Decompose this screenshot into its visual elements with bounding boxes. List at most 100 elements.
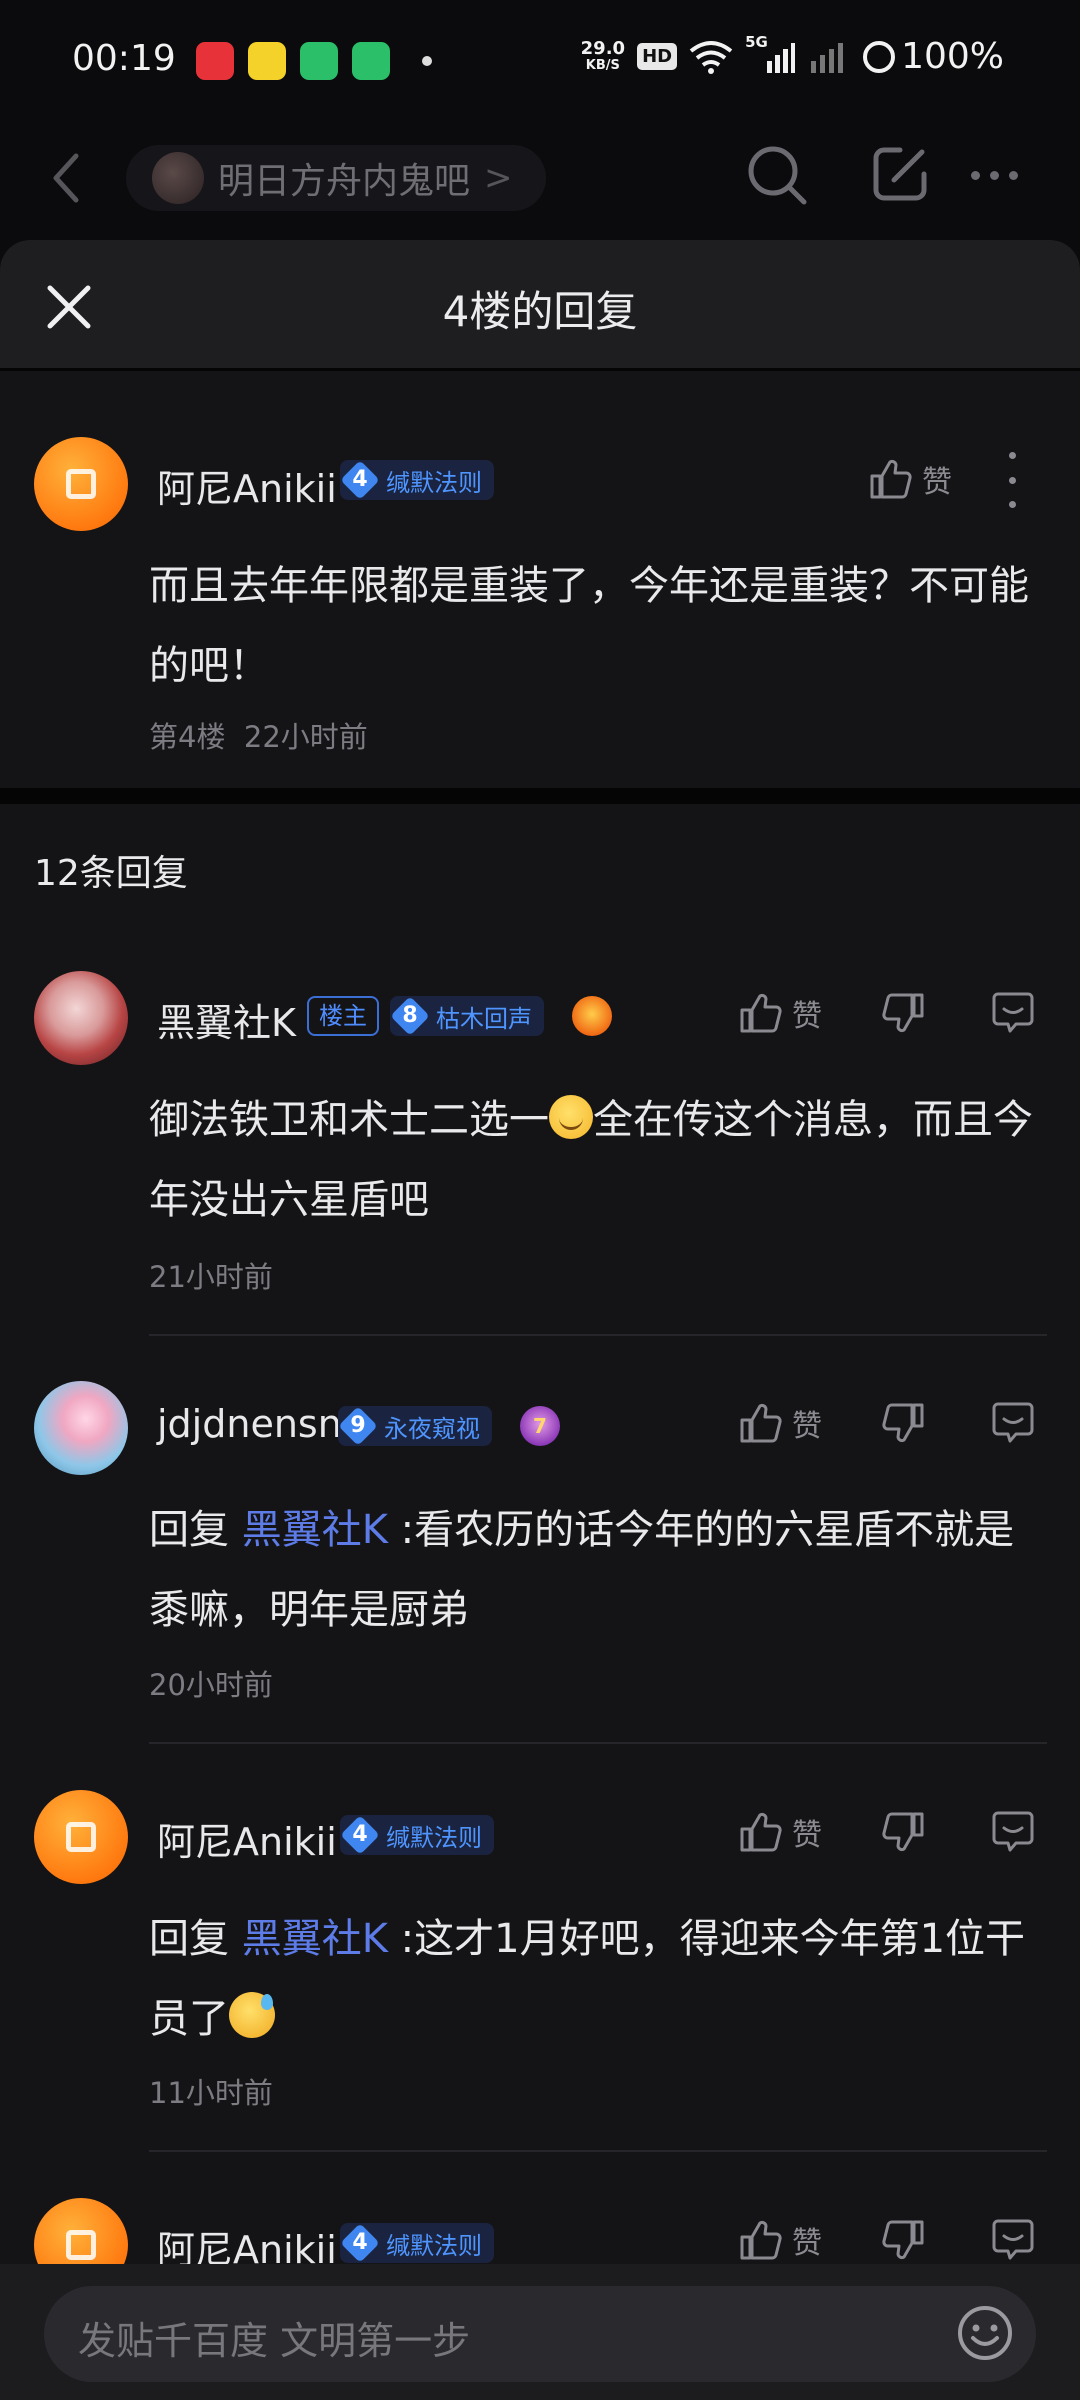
like-button[interactable]: 赞 — [738, 1809, 822, 1855]
avatar[interactable] — [34, 437, 128, 531]
reply-divider — [149, 1334, 1047, 1336]
qqmusic-app-icon — [248, 42, 286, 80]
search-icon[interactable] — [744, 142, 810, 208]
like-label: 赞 — [792, 1409, 822, 1444]
smile-emoji-icon — [549, 1095, 593, 1139]
dislike-icon[interactable] — [880, 990, 926, 1036]
reply-sheet: 4楼的回复 阿尼Anikii 4 缄默法则 赞 而且去年年限都是重装了，今年还是… — [0, 240, 1080, 2400]
signal-5g-icon: 5G — [745, 33, 796, 75]
floor-number: 第4楼 — [149, 720, 226, 754]
net-speed-value: 29.0 — [580, 37, 626, 59]
more-options-icon[interactable] — [964, 150, 1024, 200]
more-notifications-dot — [422, 56, 432, 66]
comment-icon[interactable] — [990, 990, 1036, 1036]
reply-input[interactable]: 发贴千百度 文明第一步 — [44, 2286, 1036, 2382]
username[interactable]: jdjdnensn — [157, 1402, 342, 1446]
back-arrow-icon[interactable] — [44, 150, 88, 206]
reply-time: 11小时前 — [149, 2076, 273, 2110]
battery-app-icon — [352, 42, 390, 80]
sweat-emoji-icon — [229, 1992, 275, 2038]
reply-text: 回复 黑翼社K :看农历的话今年的的六星盾不就是黍嘛，明年是厨弟 — [149, 1490, 1049, 1650]
level-number: 4 — [352, 467, 368, 492]
like-label: 赞 — [792, 1818, 822, 1853]
reply-text: 回复 黑翼社K :这才1月好吧，得迎来今年第1位干员了 — [149, 1899, 1049, 2059]
post-time: 22小时前 — [243, 720, 368, 754]
username[interactable]: 阿尼Anikii — [157, 1811, 337, 1866]
edit-post-icon[interactable] — [870, 144, 930, 204]
comment-icon[interactable] — [990, 2217, 1036, 2263]
dislike-icon-ghost-4 — [880, 1236, 926, 1282]
level-gem-icon: 4 — [340, 2223, 380, 2263]
username[interactable]: 黑翼社K — [157, 992, 296, 1047]
reply-time: 20小时前 — [149, 1668, 273, 1702]
reply-divider — [149, 1742, 1047, 1744]
level-title: 永夜窥视 — [384, 1414, 480, 1443]
reply-prefix: 回复 — [149, 1916, 229, 1962]
avatar[interactable] — [34, 1381, 128, 1475]
battery-app-icon — [300, 42, 338, 80]
level-emblem-icon: 7 — [520, 1406, 560, 1446]
level-badge: 4 缄默法则 — [340, 1815, 494, 1855]
mention-link[interactable]: 黑翼社K — [242, 1916, 388, 1962]
like-button[interactable]: 赞 — [868, 456, 952, 502]
pinduoduo-app-icon — [196, 42, 234, 80]
like-button[interactable]: 赞 — [738, 990, 822, 1036]
dislike-icon[interactable] — [880, 2217, 926, 2263]
hd-icon: HD — [637, 43, 678, 70]
thumbs-up-icon — [870, 459, 912, 499]
reply-input-placeholder: 发贴千百度 文明第一步 — [78, 2319, 471, 2363]
dislike-icon[interactable] — [880, 1400, 926, 1446]
owner-badge: 楼主 — [307, 996, 379, 1036]
dislike-icon[interactable] — [880, 1809, 926, 1855]
mention-link[interactable]: 黑翼社K — [242, 1507, 388, 1553]
net-speed: 29.0 KB/S — [580, 37, 626, 74]
reply-time: 21小时前 — [149, 1260, 273, 1294]
thumbs-up-icon — [740, 1403, 782, 1443]
header-divider — [0, 368, 1080, 371]
like-label: 赞 — [792, 999, 822, 1034]
battery-indicator: 100% — [863, 36, 1004, 77]
level-gem-icon: 4 — [340, 1815, 380, 1855]
battery-ring-icon — [863, 40, 896, 73]
reply-text-part: 御法铁卫和术士二选一 — [149, 1097, 549, 1143]
like-label: 赞 — [922, 465, 952, 500]
reply-text: 御法铁卫和术士二选一 全在传这个消息，而且今年没出六星盾吧 — [149, 1080, 1049, 1240]
battery-level: 100% — [901, 36, 1004, 77]
comment-icon[interactable] — [990, 1400, 1036, 1446]
avatar[interactable] — [34, 971, 128, 1065]
reply-count: 12条回复 — [34, 853, 188, 894]
level-number: 4 — [352, 1822, 368, 1847]
forum-avatar — [152, 152, 204, 204]
level-badge: 9 永夜窥视 — [338, 1406, 492, 1446]
status-bar: 00:19 29.0 KB/S HD 5G 100% — [0, 0, 1080, 120]
section-divider — [0, 788, 1080, 804]
avatar[interactable] — [34, 1790, 128, 1884]
level-badge: 4 缄默法则 — [340, 2223, 494, 2263]
like-label: 赞 — [792, 2226, 822, 2261]
chevron-right-icon: > — [484, 158, 513, 198]
username[interactable]: 阿尼Anikii — [157, 458, 337, 513]
signal-bars-icon — [811, 42, 844, 73]
emoji-icon[interactable] — [956, 2304, 1014, 2362]
comment-icon[interactable] — [990, 1809, 1036, 1855]
status-app-icons — [196, 42, 432, 80]
level-title: 缄默法则 — [386, 1823, 482, 1852]
like-button[interactable]: 赞 — [738, 1400, 822, 1446]
sheet-header: 4楼的回复 — [0, 240, 1080, 370]
post-meta: 第4楼 22小时前 — [149, 714, 368, 756]
level-gem-icon: 8 — [390, 996, 430, 1036]
level-gem-icon: 9 — [338, 1406, 378, 1446]
forum-name: 明日方舟内鬼吧 — [218, 161, 471, 202]
status-time: 00:19 — [72, 38, 176, 79]
net-speed-unit: KB/S — [585, 57, 620, 73]
sheet-title: 4楼的回复 — [442, 287, 638, 336]
level-number: 4 — [352, 2230, 368, 2255]
reply-divider — [149, 2150, 1047, 2152]
forum-chip[interactable]: 明日方舟内鬼吧 > — [126, 145, 546, 211]
reply-prefix: 回复 — [149, 1507, 229, 1553]
level-badge: 4 缄默法则 — [340, 460, 494, 500]
post-more-icon[interactable] — [1002, 452, 1022, 508]
reply-input-bar: 发贴千百度 文明第一步 — [0, 2264, 1080, 2400]
like-button[interactable]: 赞 — [738, 2217, 822, 2263]
level-title: 枯木回声 — [436, 1004, 532, 1033]
